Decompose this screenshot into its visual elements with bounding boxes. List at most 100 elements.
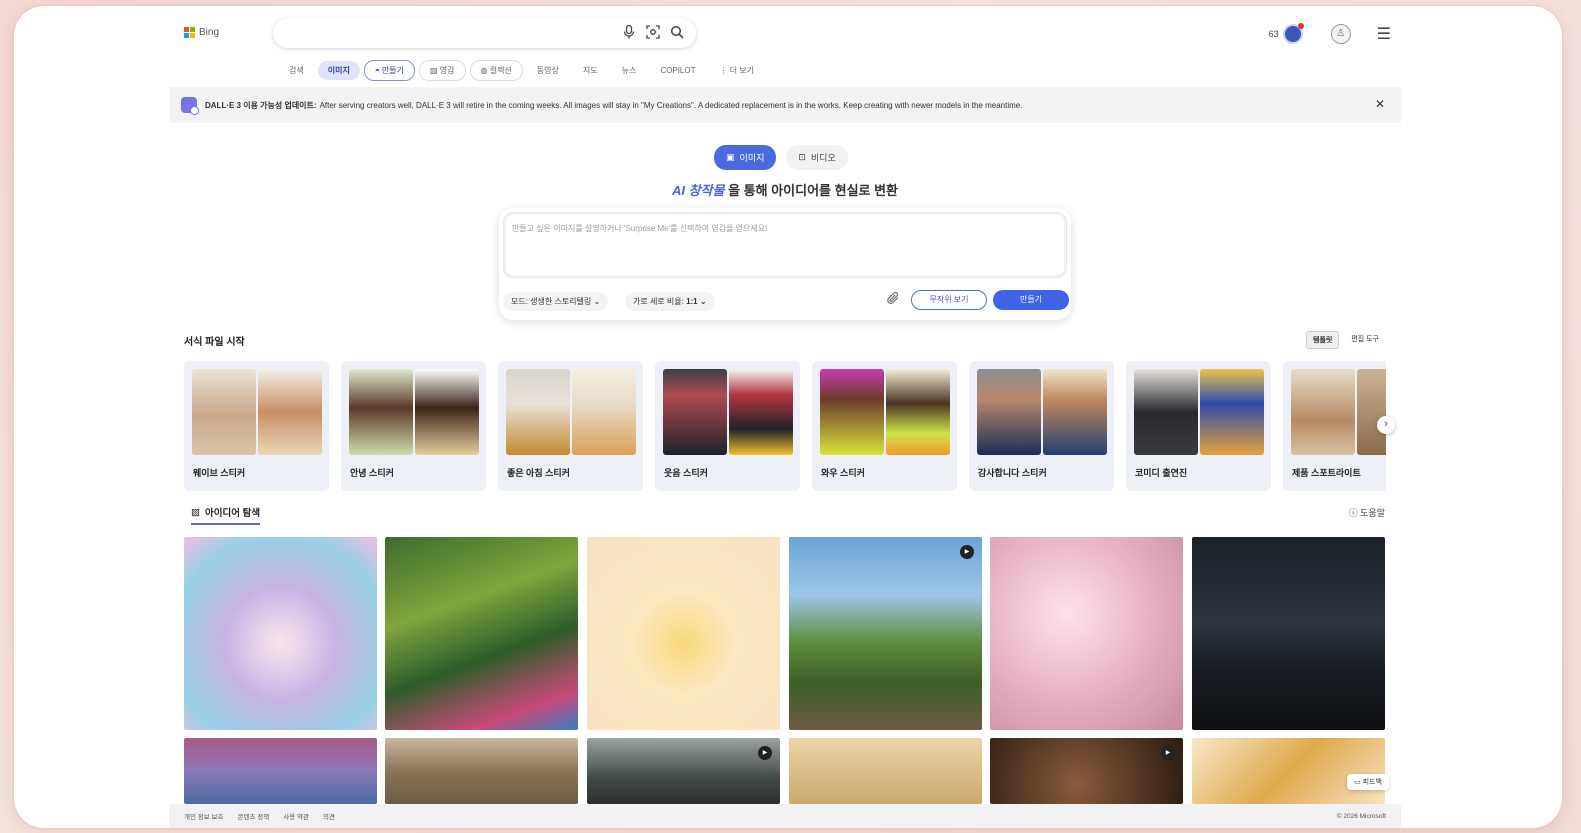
footer-link-terms[interactable]: 사용 약관 [283, 811, 309, 821]
page-content: Bing 검색 이미지 ◓ 만들기 ▨ 영감 ◍ 컬렉션 동영상 지도 뉴스 C… [169, 6, 1401, 828]
template-label: 좋은 아침 스티커 [507, 468, 570, 478]
mode-dropdown[interactable]: 모드: 생생한 스토리텔링 ⌄ [503, 292, 609, 311]
banner-title: DALL·E 3 이용 가능성 업데이트: [205, 100, 317, 110]
idea-video[interactable]: ▶ [587, 738, 780, 804]
template-label: 웨이브 스티커 [193, 468, 246, 478]
template-card[interactable]: 제품 스포트라이트 [1283, 361, 1386, 491]
attach-icon[interactable] [887, 291, 900, 308]
template-label: 감사합니다 스티커 [978, 468, 1047, 478]
announcement-banner: DALL·E 3 이용 가능성 업데이트: After serving creat… [169, 87, 1401, 123]
footer-link-content-policy[interactable]: 콘텐츠 정책 [238, 811, 270, 821]
template-sticker [729, 369, 793, 455]
hamburger-menu-icon[interactable]: ☰ [1377, 24, 1391, 44]
browser-frame: Bing 검색 이미지 ◓ 만들기 ▨ 영감 ◍ 컬렉션 동영상 지도 뉴스 C… [14, 6, 1562, 828]
idea-video[interactable]: ▶ [990, 738, 1183, 804]
nav-news[interactable]: 뉴스 [612, 61, 647, 80]
nav-collections[interactable]: ◍ 컬렉션 [469, 60, 523, 81]
template-card[interactable]: 와우 스티커 [812, 361, 957, 491]
logo-text: Bing [199, 27, 220, 38]
idea-image[interactable] [184, 738, 377, 804]
template-sticker [1043, 369, 1107, 455]
bing-logo[interactable]: Bing [184, 27, 219, 38]
play-icon: ▶ [960, 545, 974, 559]
explore-label: 아이디어 탐색 [204, 508, 261, 519]
template-photo [192, 369, 256, 455]
templates-tools: 템플릿 편집 도구 [1305, 331, 1385, 349]
visual-search-icon[interactable] [645, 25, 661, 41]
template-card[interactable]: 좋은 아침 스티커 [498, 361, 643, 491]
footer: 개인 정보 보호 콘텐츠 정책 사용 약관 의견 © 2026 Microsof… [169, 804, 1401, 828]
nav-more[interactable]: ⋮ 더 보기 [709, 61, 764, 80]
close-icon[interactable]: ✕ [1375, 97, 1385, 111]
footer-link-privacy[interactable]: 개인 정보 보호 [184, 811, 224, 821]
banner-text: DALL·E 3 이용 가능성 업데이트: After serving creat… [205, 100, 1022, 111]
template-photo [820, 369, 884, 455]
idea-video[interactable]: ▶ [789, 537, 982, 730]
play-icon: ▶ [758, 746, 772, 760]
template-photo [977, 369, 1041, 455]
create-button[interactable]: 만들기 [993, 290, 1069, 310]
tab-edit-tools[interactable]: 편집 도구 [1345, 331, 1385, 349]
nav-inspiration[interactable]: ▨ 영감 [418, 60, 466, 81]
tab-templates[interactable]: 템플릿 [1305, 331, 1340, 349]
search-icon[interactable] [669, 25, 685, 41]
page-tagline: AI 창작물 을 통해 아이디어를 현실로 변환 [169, 180, 1401, 199]
prompt-textarea[interactable]: 만들고 싶은 이미지를 설명하거나 'Surprise Me'를 선택하여 영감… [503, 212, 1067, 278]
tagline-rest: 을 통해 아이디어를 현실로 변환 [728, 183, 899, 198]
nav-search[interactable]: 검색 [279, 61, 314, 80]
explore-icon: ▨ [191, 506, 200, 518]
feedback-icon: ▭ [1354, 779, 1361, 786]
template-photo [663, 369, 727, 455]
template-photo [506, 369, 570, 455]
idea-image[interactable] [990, 537, 1183, 730]
template-card[interactable]: 웃음 스티커 [655, 361, 800, 491]
template-sticker [886, 369, 950, 455]
rewards-medal-icon [1282, 23, 1304, 44]
idea-image[interactable] [587, 537, 780, 730]
tab-image[interactable]: ▣ 이미지 [714, 145, 777, 170]
carousel-next-icon[interactable]: › [1377, 416, 1395, 434]
template-photo [349, 369, 413, 455]
idea-image[interactable] [1192, 738, 1385, 804]
template-label: 웃음 스티커 [664, 468, 708, 478]
template-label: 제품 스포트라이트 [1292, 468, 1361, 478]
template-card[interactable]: 웨이브 스티커 [184, 361, 329, 491]
tagline-ai: AI 창작물 [671, 183, 725, 198]
feedback-button[interactable]: ▭ 피드백 [1347, 774, 1389, 790]
feedback-label: 피드백 [1362, 779, 1382, 786]
help-button[interactable]: ⓘ 도움말 [1349, 506, 1385, 519]
microphone-icon[interactable] [621, 24, 637, 41]
nav-create[interactable]: ◓ 만들기 [363, 60, 415, 81]
footer-link-feedback[interactable]: 의견 [323, 811, 335, 821]
rewards-points[interactable]: 63 [1268, 23, 1304, 44]
help-label: 도움말 [1360, 508, 1385, 518]
nav-videos[interactable]: 동영상 [527, 61, 569, 80]
template-card[interactable]: 감사합니다 스티커 [969, 361, 1114, 491]
template-carousel: 웨이브 스티커 안녕 스티커 좋은 아침 스티커 웃음 스티커 와우 스티커 감… [184, 361, 1386, 493]
search-input[interactable] [273, 18, 696, 48]
idea-image[interactable] [385, 537, 578, 730]
user-avatar-icon[interactable]: ♙ [1330, 24, 1351, 44]
nav-copilot[interactable]: COPILOT [650, 62, 705, 79]
nav-images[interactable]: 이미지 [317, 61, 360, 80]
aspect-ratio-dropdown[interactable]: 가로 세로 비율: 1:1 ⌄ [625, 292, 715, 311]
banner-message: After serving creators well, DALL·E 3 wi… [319, 100, 1023, 110]
template-card[interactable]: 안녕 스티커 [341, 361, 486, 491]
idea-image[interactable] [385, 738, 578, 804]
template-sticker [1200, 369, 1264, 455]
video-icon: ⊡ [798, 152, 806, 162]
tab-explore-ideas[interactable]: ▨ 아이디어 탐색 [191, 505, 261, 525]
points-count: 63 [1268, 29, 1279, 39]
image-icon: ▣ [726, 152, 735, 162]
template-sticker [1357, 369, 1386, 455]
surprise-me-button[interactable]: 무작위 보기 [911, 290, 987, 310]
template-photo [1291, 369, 1355, 455]
aspect-ratio-value: 1:1 ⌄ [686, 297, 707, 306]
idea-image[interactable] [184, 537, 377, 730]
idea-image[interactable] [1192, 537, 1385, 730]
template-card[interactable]: 코미디 출연진 [1126, 361, 1271, 491]
nav-collections-label: 컬렉션 [489, 66, 512, 75]
nav-maps[interactable]: 지도 [573, 61, 608, 80]
idea-image[interactable] [789, 738, 982, 804]
tab-video[interactable]: ⊡ 비디오 [786, 145, 848, 170]
